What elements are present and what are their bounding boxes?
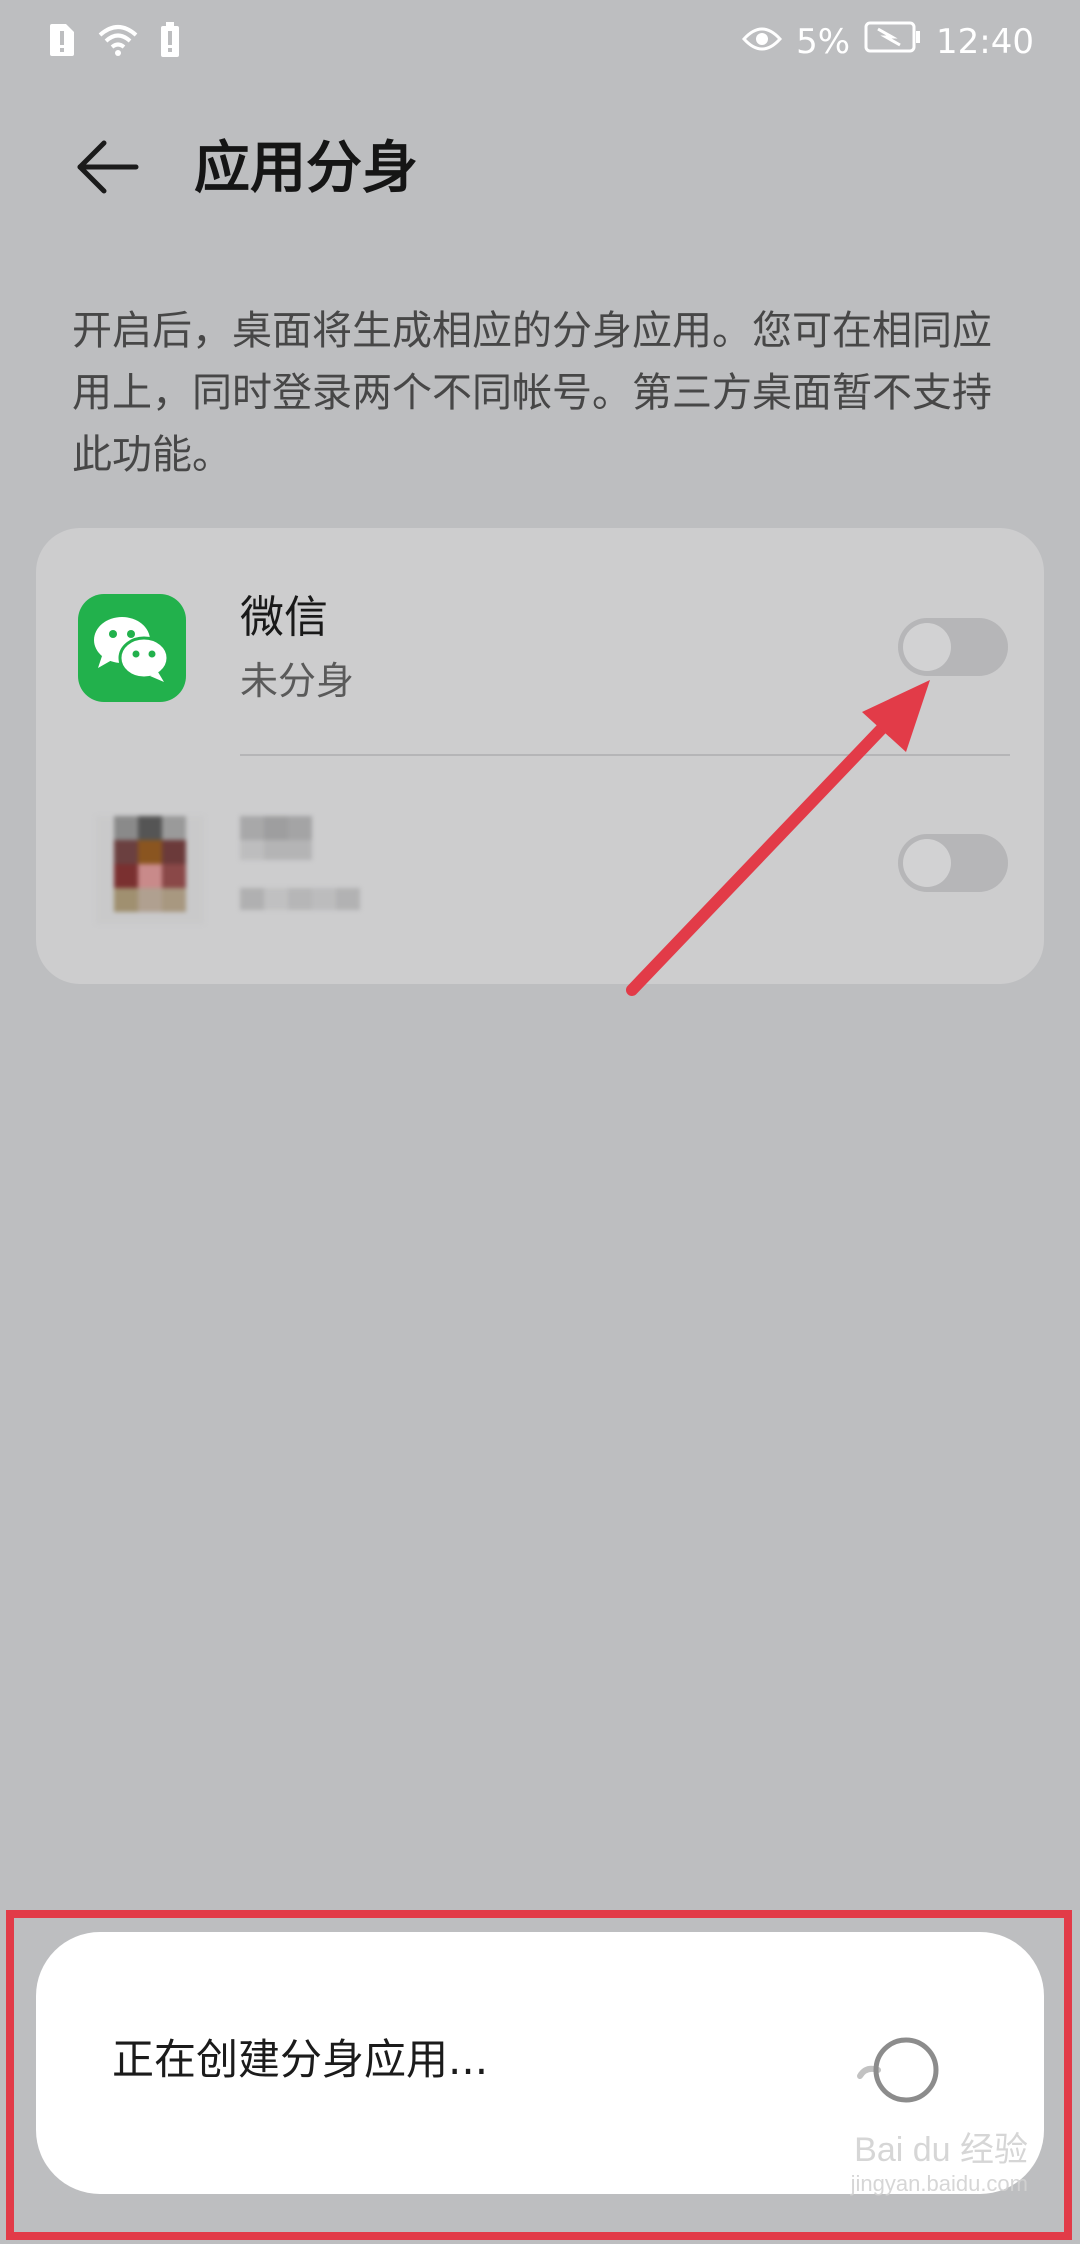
back-button[interactable] [62,134,152,204]
toggle-knob [903,623,951,671]
app-name-wechat: 微信 [240,592,328,643]
row-divider [240,754,1010,756]
status-bar: 5% 12:40 [0,0,1080,86]
page-title: 应用分身 [194,136,418,201]
sim-alert-icon [48,22,76,62]
toggle-knob [903,839,951,887]
watermark: Bai du 经验 jingyan.baidu.com [851,2122,1028,2197]
clock-time: 12:40 [936,22,1034,62]
toggle-wechat-clone[interactable] [898,618,1008,676]
back-arrow-icon [74,139,140,199]
header: 应用分身 [0,110,1080,230]
loading-spinner-icon [852,2032,952,2108]
status-left-icons [48,22,180,62]
battery-alert-icon [160,22,180,62]
watermark-url: jingyan.baidu.com [850,2171,1028,2196]
blurred-app-icon [96,816,204,924]
app-status-wechat: 未分身 [240,659,355,703]
battery-charging-icon [864,20,922,64]
wechat-icon [78,594,186,702]
blurred-app-name [240,816,390,924]
app-list-card: 微信 未分身 [36,528,1044,984]
toggle-second-app-clone[interactable] [898,834,1008,892]
watermark-brand: Bai du 经验 [854,2131,1028,2169]
wifi-icon [98,23,138,61]
eye-comfort-icon [742,20,783,64]
battery-percent: 5% [796,22,851,62]
dialog-message: 正在创建分身应用... [112,2035,489,2084]
description-text: 开启后，桌面将生成相应的分身应用。您可在相同应用上，同时登录两个不同帐号。第三方… [72,308,992,478]
status-right-icons: 5% 12:40 [742,20,1034,64]
